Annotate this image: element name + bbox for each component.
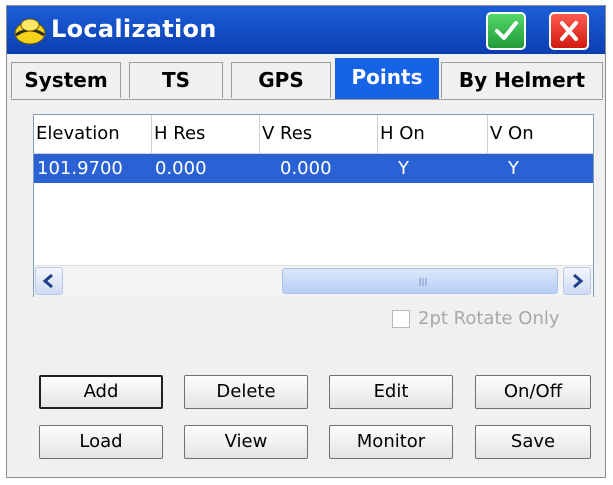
edit-button[interactable]: Edit bbox=[329, 375, 453, 409]
column-header-elevation[interactable]: Elevation bbox=[34, 115, 152, 153]
tab-strip: System TS GPS Points By Helmert bbox=[11, 58, 603, 100]
ok-button[interactable] bbox=[486, 12, 526, 50]
close-button[interactable] bbox=[549, 12, 589, 50]
view-button[interactable]: View bbox=[184, 425, 308, 459]
localization-window: Localization System TS GPS Points By Hel… bbox=[6, 5, 606, 478]
cell-elevation: 101.9700 bbox=[37, 158, 123, 179]
table-header: Elevation H Res V Res H On V On bbox=[34, 115, 593, 154]
rotate-only-checkbox[interactable] bbox=[392, 310, 410, 328]
close-icon bbox=[560, 21, 578, 41]
column-header-v-on[interactable]: V On bbox=[488, 115, 593, 153]
helmet-icon bbox=[14, 18, 46, 45]
scrollbar-thumb[interactable] bbox=[282, 268, 558, 294]
tab-ts[interactable]: TS bbox=[129, 62, 223, 98]
window-title: Localization bbox=[51, 15, 217, 43]
scroll-right-button[interactable] bbox=[563, 267, 591, 295]
points-table[interactable]: Elevation H Res V Res H On V On 101.9700… bbox=[33, 114, 594, 297]
grip-icon bbox=[419, 278, 427, 286]
add-button[interactable]: Add bbox=[39, 375, 163, 409]
on-off-button[interactable]: On/Off bbox=[475, 375, 591, 409]
tab-system[interactable]: System bbox=[11, 62, 121, 98]
scroll-left-button[interactable] bbox=[35, 267, 63, 295]
horizontal-scrollbar[interactable] bbox=[34, 265, 593, 297]
tab-points[interactable]: Points bbox=[335, 58, 439, 100]
monitor-button[interactable]: Monitor bbox=[329, 425, 453, 459]
cell-h-on: Y bbox=[398, 158, 409, 179]
rotate-only-label: 2pt Rotate Only bbox=[418, 308, 560, 329]
save-button[interactable]: Save bbox=[475, 425, 591, 459]
table-row[interactable]: 101.9700 0.000 0.000 Y Y bbox=[34, 154, 593, 183]
cell-h-res: 0.000 bbox=[155, 158, 207, 179]
checkmark-icon bbox=[495, 21, 518, 40]
column-header-v-res[interactable]: V Res bbox=[260, 115, 378, 153]
cell-v-on: Y bbox=[508, 158, 519, 179]
tab-divider bbox=[11, 99, 603, 100]
tab-gps[interactable]: GPS bbox=[231, 62, 331, 98]
chevron-left-icon bbox=[42, 273, 53, 289]
delete-button[interactable]: Delete bbox=[184, 375, 308, 409]
chevron-right-icon bbox=[573, 273, 584, 289]
title-bar: Localization bbox=[7, 6, 605, 54]
column-header-h-on[interactable]: H On bbox=[378, 115, 488, 153]
column-header-h-res[interactable]: H Res bbox=[152, 115, 260, 153]
tab-by-helmert[interactable]: By Helmert bbox=[441, 62, 603, 98]
load-button[interactable]: Load bbox=[39, 425, 163, 459]
cell-v-res: 0.000 bbox=[280, 158, 332, 179]
